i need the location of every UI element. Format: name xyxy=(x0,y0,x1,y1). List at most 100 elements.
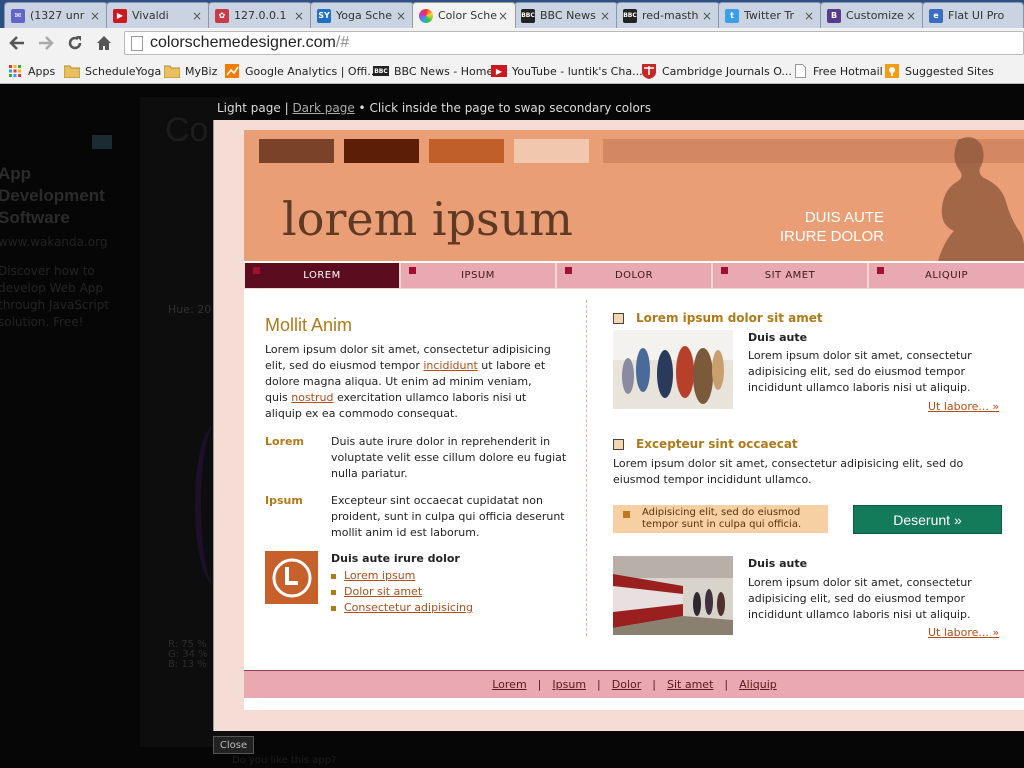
dark-page-link[interactable]: Dark page xyxy=(292,101,354,115)
bookmark-cambridge[interactable]: Cambridge Journals O... xyxy=(641,62,792,80)
bookmark-mybiz[interactable]: MyBiz xyxy=(164,62,217,80)
footer-link-dolor[interactable]: Dolor xyxy=(612,678,642,691)
close-tab-icon[interactable]: × xyxy=(293,9,305,23)
back-arrow-icon xyxy=(9,36,24,50)
incididunt-link[interactable]: incididunt xyxy=(423,359,477,372)
preview-frame[interactable]: lorem ipsum DUIS AUTE IRURE DOLOR LOREM … xyxy=(213,120,1024,731)
footer-link-lorem[interactable]: Lorem xyxy=(492,678,526,691)
intro-text: ut labore et xyxy=(481,359,546,372)
nav-label: IPSUM xyxy=(461,270,495,281)
sy-icon: SY xyxy=(317,8,331,23)
definition-term: Ipsum xyxy=(265,494,303,507)
nav-tab-lorem[interactable]: LOREM xyxy=(245,263,399,288)
footer-separator: | xyxy=(652,678,656,691)
nav-tab-sit-amet[interactable]: SIT AMET xyxy=(713,263,867,288)
tab[interactable]: B Customize × xyxy=(820,2,924,28)
woman-silhouette-image xyxy=(938,137,1024,261)
list-link[interactable]: Consectetur adipisicing xyxy=(344,600,473,616)
intro-text: quis xyxy=(265,391,288,404)
right-heading-text: Lorem ipsum dolor sit amet xyxy=(636,311,823,325)
deserunt-button[interactable]: Deserunt » xyxy=(853,505,1002,534)
forward-button[interactable] xyxy=(34,31,58,55)
footer-separator: | xyxy=(537,678,542,691)
bookmark-apps[interactable]: Apps xyxy=(7,62,55,80)
right-subtitle: Duis aute xyxy=(748,331,808,344)
bookmark-youtube[interactable]: ▶ YouTube - luntik's Cha... xyxy=(491,62,643,80)
apps-grid-icon xyxy=(7,64,23,78)
intro-paragraph: Lorem ipsum dolor sit amet, consectetur … xyxy=(265,342,565,422)
close-tab-icon[interactable]: × xyxy=(803,9,815,23)
tab-active[interactable]: Color Sche × xyxy=(412,2,516,28)
close-tab-icon[interactable]: × xyxy=(701,9,713,23)
bookmark-label: MyBiz xyxy=(185,64,218,78)
bookmark-suggested-sites[interactable]: Suggested Sites xyxy=(884,62,994,80)
close-tab-icon[interactable]: × xyxy=(599,9,611,23)
footer-link-ipsum[interactable]: Ipsum xyxy=(552,678,586,691)
close-tab-icon[interactable]: × xyxy=(497,9,509,23)
site-nav: LOREM IPSUM DOLOR SIT AMET ALIQUIP xyxy=(244,263,1024,289)
footer-link-sit-amet[interactable]: Sit amet xyxy=(667,678,713,691)
checkbox-square-icon xyxy=(613,312,624,324)
close-tab-icon[interactable]: × xyxy=(905,9,917,23)
footer-separator: | xyxy=(724,678,729,691)
bootstrap-icon: B xyxy=(827,8,841,23)
bookmark-google-analytics[interactable]: Google Analytics | Offi... xyxy=(224,62,378,80)
tab[interactable]: e Flat UI Pro xyxy=(922,2,1024,28)
url-path: /# xyxy=(335,34,350,51)
forward-arrow-icon xyxy=(39,36,54,50)
tab[interactable]: ▶ Vivaldi × xyxy=(106,2,210,28)
checkbox-square-icon xyxy=(613,438,624,450)
tab[interactable]: ✉ (1327 unr × xyxy=(4,2,108,28)
nav-tab-dolor[interactable]: DOLOR xyxy=(557,263,711,288)
home-button[interactable] xyxy=(92,31,116,55)
close-tab-icon[interactable]: × xyxy=(191,9,203,23)
swap-hint: Click inside the page to swap secondary … xyxy=(369,101,651,115)
analytics-icon xyxy=(224,64,240,78)
bbc-icon: BBC xyxy=(623,8,637,23)
nav-label: LOREM xyxy=(303,270,341,281)
footer-link-aliquip[interactable]: Aliquip xyxy=(739,678,777,691)
footer-separator: | xyxy=(597,678,601,691)
color-swatch xyxy=(514,139,589,163)
youtube-icon: ▶ xyxy=(113,8,127,23)
url-host: colorschemedesigner.com xyxy=(150,34,336,51)
tab-label: Color Sche xyxy=(438,9,497,22)
definition-text: Duis aute irure dolor in reprehenderit i… xyxy=(331,435,567,480)
tab[interactable]: BBC BBC News × xyxy=(514,2,618,28)
close-tab-icon[interactable]: × xyxy=(395,9,407,23)
close-button[interactable]: Close xyxy=(213,736,254,754)
read-more-link[interactable]: Ut labore... » xyxy=(928,400,999,413)
list-link[interactable]: Lorem ipsum xyxy=(344,568,415,584)
tab[interactable]: BBC red-masth × xyxy=(616,2,720,28)
read-more-link[interactable]: Ut labore... » xyxy=(928,626,999,639)
bullet: • xyxy=(358,101,366,115)
close-tab-icon[interactable]: × xyxy=(89,9,101,23)
nostrud-link[interactable]: nostrud xyxy=(291,391,333,404)
right-text: Lorem ipsum dolor sit amet, consectetur … xyxy=(748,576,972,621)
address-bar[interactable]: colorschemedesigner.com/# xyxy=(124,31,1024,55)
sample-site[interactable]: lorem ipsum DUIS AUTE IRURE DOLOR LOREM … xyxy=(244,130,1024,710)
tab[interactable]: SY Yoga Sche × xyxy=(310,2,414,28)
tab[interactable]: ✿ 127.0.0.1 × xyxy=(208,2,312,28)
bookmark-hotmail[interactable]: Free Hotmail xyxy=(792,62,883,80)
reload-button[interactable] xyxy=(63,31,87,55)
list-link[interactable]: Dolor sit amet xyxy=(344,584,422,600)
bookmark-bbc-news[interactable]: BBC BBC News - Home xyxy=(373,62,493,80)
tab[interactable]: t Twitter Tr × xyxy=(718,2,822,28)
site-slogan: DUIS AUTE IRURE DOLOR xyxy=(724,208,884,246)
subway-train-photo xyxy=(613,556,733,635)
nav-tab-ipsum[interactable]: IPSUM xyxy=(401,263,555,288)
hue-readout: Hue: 20 xyxy=(168,303,212,316)
bbc-icon: BBC xyxy=(521,8,535,23)
tab-strip: ✉ (1327 unr × ▶ Vivaldi × ✿ 127.0.0.1 × SY Yoga… xyxy=(0,0,1024,28)
intro-text: exercitation ullamco laboris nisi ut xyxy=(336,391,527,404)
definition-text: Excepteur sint occaecat cupidatat non pr… xyxy=(331,494,565,539)
bookmark-scheduleyoga[interactable]: ScheduleYoga xyxy=(64,62,161,80)
intro-line: dolore magna aliqua. Ut enim ad minim ve… xyxy=(265,375,532,388)
twitter-icon: t xyxy=(725,8,739,23)
nav-tab-aliquip[interactable]: ALIQUIP xyxy=(869,263,1024,288)
slogan-line: IRURE DOLOR xyxy=(779,228,884,245)
callout-square-icon xyxy=(623,511,630,518)
back-button[interactable] xyxy=(5,31,29,55)
left-title: Mollit Anim xyxy=(265,315,353,335)
